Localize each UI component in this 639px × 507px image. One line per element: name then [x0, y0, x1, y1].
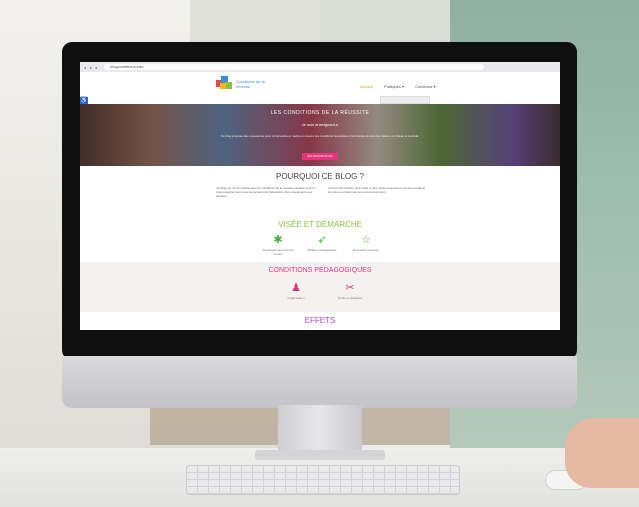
- monitor-stand: [278, 405, 362, 453]
- why-text-right: Il réunit des articles, des outils et de…: [328, 186, 426, 194]
- star-icon: ☆: [361, 234, 371, 246]
- monitor-stand-foot: [255, 450, 385, 460]
- condition-label: Organisation: [287, 296, 305, 300]
- feature-label: Démarche inclusive: [352, 248, 380, 252]
- feature-inclusive[interactable]: ☆ Démarche inclusive: [346, 234, 386, 252]
- asterisk-icon: ✱: [273, 234, 283, 246]
- nav-item-accueil[interactable]: Accueil: [360, 84, 373, 89]
- feature-label: Développement de tout enfant: [262, 248, 294, 256]
- nav-item-pratiques[interactable]: Pratiques ▾: [384, 84, 404, 89]
- window-controls[interactable]: ● ● ●: [84, 65, 98, 70]
- monitor-screen: ● ● ● blogconditions.edu Conditions de l…: [80, 62, 560, 330]
- site-logo-text[interactable]: Conditions de la réussite: [236, 79, 266, 89]
- feature-label: Relation pédagogique: [307, 248, 337, 252]
- condition-outils[interactable]: ✂ Outils et pratiques: [330, 282, 370, 300]
- monitor-chin: [62, 356, 577, 408]
- hero-text: Ce blog propose des ressources pour comp…: [220, 134, 420, 138]
- keyboard: [186, 465, 460, 495]
- why-title: POURQUOI CE BLOG ?: [275, 172, 365, 181]
- condition-label: Outils et pratiques: [337, 296, 363, 300]
- search-input[interactable]: [380, 96, 430, 104]
- site-logo-icon[interactable]: [216, 76, 234, 90]
- vise-title: VISÉE ET DÉMARCHE: [278, 220, 362, 229]
- hero-title: LES CONDITIONS DE LA RÉUSSITE: [270, 110, 370, 116]
- address-bar[interactable]: blogconditions.edu: [104, 64, 484, 70]
- hero-button[interactable]: EN SAVOIR PLUS: [302, 153, 338, 160]
- effets-title: EFFETS: [304, 316, 336, 325]
- conditions-title: CONDITIONS PÉDAGOGIQUES: [268, 267, 372, 274]
- why-text-left: Ce blog est né du constat que les condit…: [216, 186, 316, 198]
- hand: [565, 418, 639, 488]
- paper-plane-icon: ➶: [317, 234, 327, 246]
- person-icon: ♟: [291, 282, 301, 294]
- main-nav: Accueil Pratiques ▾ Contenus ▾: [360, 84, 445, 89]
- tools-icon: ✂: [345, 282, 355, 294]
- hero-subtitle: Je suis enseignant-e: [301, 122, 339, 127]
- nav-item-contenus[interactable]: Contenus ▾: [415, 84, 435, 89]
- condition-organisation[interactable]: ♟ Organisation: [276, 282, 316, 300]
- feature-relation[interactable]: ➶ Relation pédagogique: [302, 234, 342, 252]
- site-header: [80, 72, 560, 102]
- feature-developpement[interactable]: ✱ Développement de tout enfant: [258, 234, 298, 256]
